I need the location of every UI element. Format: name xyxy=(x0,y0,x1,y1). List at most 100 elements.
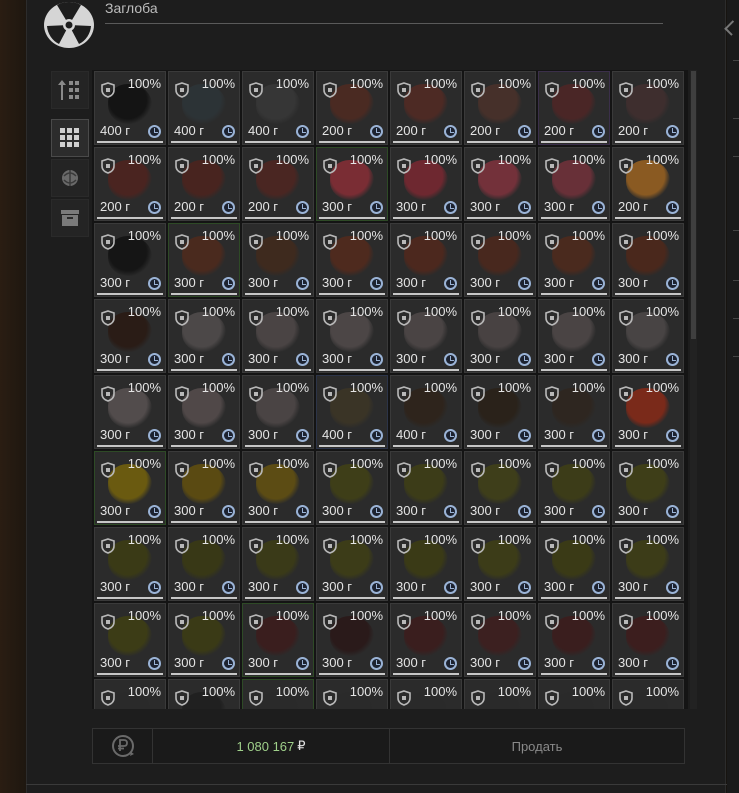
item-cell[interactable]: 100% 300 г xyxy=(612,299,684,373)
item-cell[interactable]: 100% 300 г xyxy=(242,299,314,373)
item-cell[interactable]: 100% 300 г xyxy=(538,375,610,449)
item-cell[interactable]: 100% 300 г xyxy=(612,527,684,601)
item-cell[interactable]: 100% 300 г xyxy=(94,527,166,601)
item-cell[interactable]: 100% 300 г xyxy=(464,527,536,601)
item-cell[interactable]: 100% 300 г xyxy=(168,451,240,525)
item-cell[interactable]: 100% xyxy=(390,679,462,709)
clock-icon xyxy=(222,505,235,518)
archive-button[interactable] xyxy=(51,199,89,237)
item-cell[interactable]: 100% 300 г xyxy=(242,375,314,449)
shield-icon xyxy=(175,386,189,402)
item-cell[interactable]: 100% xyxy=(538,679,610,709)
sell-button[interactable]: Продать xyxy=(390,729,684,763)
durability-percent: 100% xyxy=(201,380,235,395)
item-weight: 300 г xyxy=(544,655,575,670)
item-cell[interactable]: 100% 200 г xyxy=(612,147,684,221)
item-cell[interactable]: 100% 300 г xyxy=(538,223,610,297)
item-cell[interactable]: 100% 300 г xyxy=(464,223,536,297)
item-cell[interactable]: 100% 300 г xyxy=(464,375,536,449)
item-cell[interactable]: 100% 300 г xyxy=(538,299,610,373)
clock-icon xyxy=(148,657,161,670)
item-cell[interactable]: 100% 200 г xyxy=(612,71,684,145)
item-cell[interactable]: 100% 300 г xyxy=(242,603,314,677)
artifact-filter-button[interactable] xyxy=(51,159,89,197)
clock-icon xyxy=(666,125,679,138)
item-cell[interactable]: 100% 300 г xyxy=(242,527,314,601)
item-cell[interactable]: 100% xyxy=(612,679,684,709)
item-cell[interactable]: 100% 300 г xyxy=(538,603,610,677)
item-cell[interactable]: 100% 300 г xyxy=(316,223,388,297)
grid-view-button[interactable] xyxy=(51,119,89,157)
sort-button[interactable] xyxy=(51,71,89,109)
item-cell[interactable]: 100% 300 г xyxy=(242,223,314,297)
collapse-arrow-icon[interactable] xyxy=(724,20,739,36)
shield-icon xyxy=(471,386,485,402)
item-cell[interactable]: 100% 300 г xyxy=(168,375,240,449)
item-cell[interactable]: 100% 300 г xyxy=(94,223,166,297)
item-cell[interactable]: 100% 300 г xyxy=(168,527,240,601)
item-cell[interactable]: 100% 300 г xyxy=(612,603,684,677)
item-cell[interactable]: 100% 200 г xyxy=(316,71,388,145)
scrollbar-thumb[interactable] xyxy=(691,71,696,339)
item-cell[interactable]: 100% 300 г xyxy=(94,603,166,677)
durability-percent: 100% xyxy=(275,152,309,167)
item-cell[interactable]: 100% 300 г xyxy=(464,451,536,525)
item-cell[interactable]: 100% xyxy=(168,679,240,709)
item-cell[interactable]: 100% 300 г xyxy=(390,299,462,373)
item-cell[interactable]: 100% 300 г xyxy=(390,527,462,601)
item-cell[interactable]: 100% 300 г xyxy=(612,375,684,449)
shield-icon xyxy=(471,310,485,326)
item-cell[interactable]: 100% 300 г xyxy=(316,527,388,601)
clock-icon xyxy=(444,581,457,594)
clock-icon xyxy=(444,657,457,670)
item-cell[interactable]: 100% xyxy=(94,679,166,709)
item-cell[interactable]: 100% 300 г xyxy=(612,223,684,297)
item-cell[interactable]: 100% 300 г xyxy=(242,451,314,525)
item-cell[interactable]: 100% 300 г xyxy=(94,375,166,449)
durability-bar xyxy=(245,293,311,295)
durability-percent: 100% xyxy=(275,608,309,623)
item-weight: 300 г xyxy=(618,579,649,594)
item-cell[interactable]: 100% xyxy=(316,679,388,709)
item-cell[interactable]: 100% 300 г xyxy=(390,603,462,677)
item-cell[interactable]: 100% 300 г xyxy=(538,451,610,525)
item-cell[interactable]: 100% 300 г xyxy=(168,299,240,373)
item-cell[interactable]: 100% 300 г xyxy=(94,451,166,525)
item-cell[interactable]: 100% 300 г xyxy=(316,147,388,221)
item-cell[interactable]: 100% 200 г xyxy=(538,71,610,145)
item-cell[interactable]: 100% 300 г xyxy=(538,527,610,601)
item-cell[interactable]: 100% 300 г xyxy=(94,299,166,373)
archive-icon xyxy=(61,210,79,226)
item-cell[interactable]: 100% xyxy=(464,679,536,709)
item-cell[interactable]: 100% 300 г xyxy=(390,451,462,525)
item-cell[interactable]: 100% 200 г xyxy=(94,147,166,221)
item-cell[interactable]: 100% 300 г xyxy=(612,451,684,525)
item-cell[interactable]: 100% 300 г xyxy=(464,603,536,677)
item-cell[interactable]: 100% 400 г xyxy=(316,375,388,449)
item-cell[interactable]: 100% 200 г xyxy=(242,147,314,221)
item-cell[interactable]: 100% 300 г xyxy=(538,147,610,221)
clock-icon xyxy=(222,277,235,290)
grid-scrollbar[interactable] xyxy=(690,70,697,709)
item-cell[interactable]: 100% 300 г xyxy=(464,299,536,373)
item-cell[interactable]: 100% 400 г xyxy=(390,375,462,449)
item-cell[interactable]: 100% 400 г xyxy=(242,71,314,145)
item-cell[interactable]: 100% 400 г xyxy=(94,71,166,145)
item-cell[interactable]: 100% 300 г xyxy=(390,223,462,297)
item-cell[interactable]: 100% 300 г xyxy=(316,603,388,677)
item-cell[interactable]: 100% 300 г xyxy=(316,299,388,373)
item-cell[interactable]: 100% 300 г xyxy=(464,147,536,221)
total-amount: 1 080 167 xyxy=(236,738,295,754)
item-cell[interactable]: 100% 200 г xyxy=(464,71,536,145)
item-weight: 200 г xyxy=(618,123,649,138)
durability-bar xyxy=(319,141,385,143)
item-cell[interactable]: 100% xyxy=(242,679,314,709)
item-cell[interactable]: 100% 200 г xyxy=(168,147,240,221)
item-cell[interactable]: 100% 300 г xyxy=(168,223,240,297)
item-cell[interactable]: 100% 200 г xyxy=(390,71,462,145)
item-cell[interactable]: 100% 400 г xyxy=(168,71,240,145)
item-cell[interactable]: 100% 300 г xyxy=(390,147,462,221)
refresh-price-button[interactable] xyxy=(93,729,153,763)
item-cell[interactable]: 100% 300 г xyxy=(168,603,240,677)
item-cell[interactable]: 100% 300 г xyxy=(316,451,388,525)
